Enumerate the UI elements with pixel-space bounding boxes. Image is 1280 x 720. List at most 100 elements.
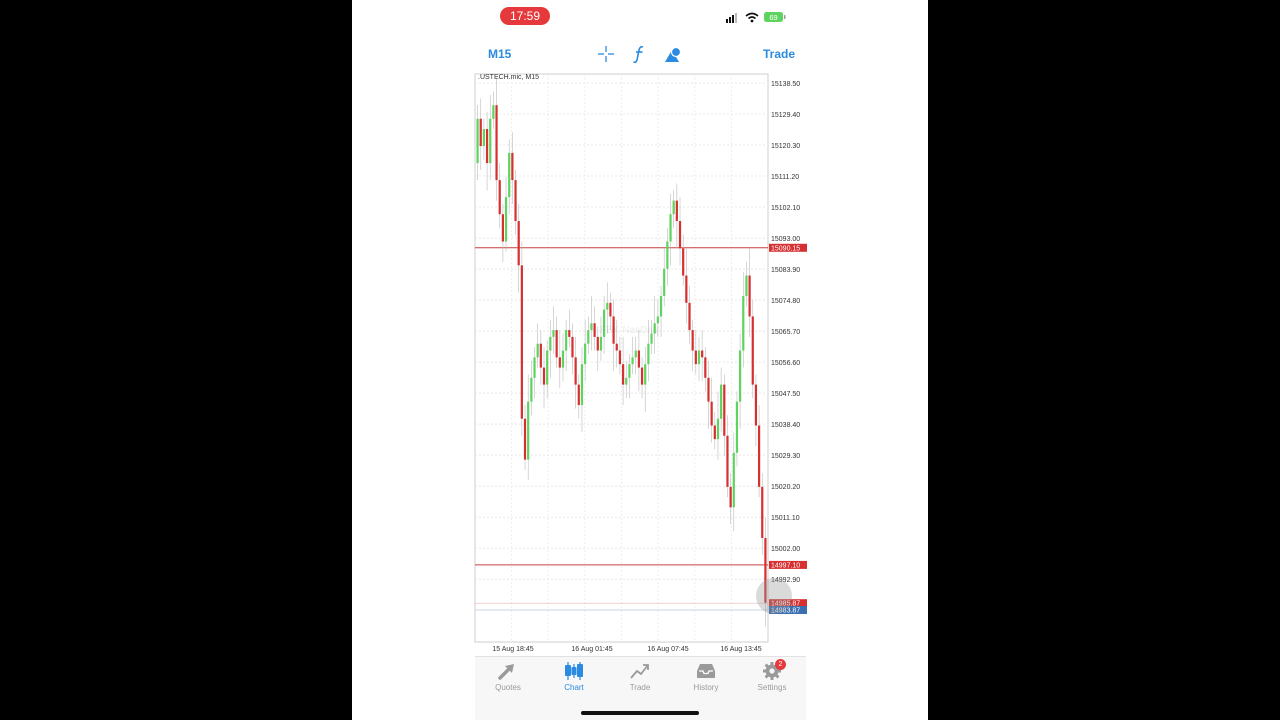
crosshair-icon[interactable]: [596, 44, 616, 64]
candle-body: [542, 367, 546, 385]
candle-body: [726, 435, 729, 487]
timeframe-button[interactable]: M15: [488, 46, 511, 62]
tab-trade[interactable]: Trade: [607, 657, 673, 707]
candle-body: [644, 364, 647, 385]
candle-body: [584, 343, 587, 365]
candle-body: [729, 486, 732, 508]
candle-body: [476, 118, 479, 164]
symbol-label: .USTECH.mic, M15: [478, 74, 540, 81]
price-label: 15102.10: [771, 205, 800, 212]
tab-quotes[interactable]: Quotes: [475, 657, 541, 707]
candle-body: [511, 152, 514, 181]
price-chart[interactable]: 15138.50 15129.40 15120.30 15111.20 15102.10…: [352, 72, 928, 656]
price-tag-label: 15090.15: [771, 245, 800, 252]
tab-chart[interactable]: Chart: [541, 657, 607, 707]
trade-trend-icon: [630, 664, 649, 679]
candle-body: [640, 367, 644, 385]
price-label: 15083.90: [771, 267, 800, 274]
tab-settings[interactable]: 2 Settings: [739, 657, 805, 707]
candle-body: [739, 350, 742, 402]
home-indicator: [581, 711, 699, 715]
candle-body: [596, 336, 599, 351]
candle-body: [688, 302, 691, 331]
candle-body: [587, 330, 590, 344]
candle-body: [710, 401, 713, 426]
candle-body: [701, 350, 704, 358]
candle-body: [492, 105, 495, 119]
signal-icon: [726, 13, 737, 23]
candlestick-icon: [565, 662, 583, 680]
candle-body: [495, 105, 498, 181]
price-label: 15056.60: [771, 360, 800, 367]
candle-body: [713, 425, 716, 440]
candle-body: [549, 336, 552, 351]
price-label: 15093.00: [771, 236, 800, 243]
candle-body: [571, 336, 574, 358]
candle-body: [527, 401, 530, 460]
candle-body: [656, 316, 659, 324]
indicator-icon[interactable]: [630, 44, 650, 64]
price-label: 15020.20: [771, 484, 800, 491]
candle-body: [530, 377, 533, 402]
candle-body: [735, 401, 739, 453]
status-time: 17:59: [500, 7, 550, 25]
candle-body: [748, 275, 751, 317]
candle-body: [675, 200, 678, 222]
candle-body: [697, 350, 701, 365]
svg-text:69: 69: [769, 13, 777, 22]
price-label: 15011.10: [771, 515, 800, 522]
candle-body: [704, 357, 707, 378]
candle-body: [672, 200, 675, 215]
candle-body: [628, 364, 631, 378]
candle-body: [558, 357, 561, 368]
candle-body: [691, 330, 694, 351]
price-label: 15120.30: [771, 143, 800, 150]
candle-body: [609, 302, 612, 317]
price-label: 15029.30: [771, 453, 800, 460]
candle-body: [498, 180, 501, 215]
candle-body: [533, 357, 536, 378]
candle-body: [536, 343, 539, 358]
price-label: 15038.40: [771, 422, 800, 429]
candle-body: [720, 384, 723, 419]
candle-body: [754, 384, 758, 426]
battery-icon: 69: [764, 12, 786, 22]
candle-body: [552, 330, 555, 337]
candle-body: [489, 118, 492, 164]
candle-body: [482, 129, 486, 147]
candle-body: [555, 330, 558, 358]
trade-button[interactable]: Trade: [763, 46, 795, 62]
candle-body: [590, 323, 593, 331]
candle-body: [485, 129, 489, 164]
candle-body: [745, 275, 748, 297]
candle-body: [625, 377, 628, 385]
tab-chart-label: Chart: [564, 683, 584, 692]
time-label: 16 Aug 13:45: [720, 646, 761, 653]
status-icons: 69: [724, 10, 788, 24]
candle-body: [663, 268, 666, 297]
candle-body: [501, 214, 504, 242]
objects-icon[interactable]: [663, 44, 683, 64]
chart-canvas[interactable]: 15138.50 15129.40 15120.30 15111.20 15102.10…: [352, 72, 928, 656]
candle-body: [523, 418, 527, 460]
price-tag-label: 14997.10: [771, 562, 800, 569]
candle-body: [751, 316, 754, 385]
candle-body: [615, 343, 618, 351]
tab-history[interactable]: History: [673, 657, 739, 707]
candle-body: [637, 350, 641, 368]
chart-watermark: FBK NasDaq: [600, 325, 659, 336]
candle-body: [593, 323, 596, 337]
tab-history-label: History: [693, 683, 719, 692]
candle-body: [682, 248, 685, 276]
price-label: 15129.40: [771, 112, 800, 119]
candle-body: [561, 350, 565, 368]
candle-body: [546, 350, 549, 385]
candle-body: [508, 152, 511, 198]
time-label: 16 Aug 01:45: [571, 646, 612, 653]
candle-body: [621, 364, 625, 385]
touch-indicator: [756, 578, 792, 614]
quotes-icon: [498, 664, 514, 680]
inbox-icon: [697, 664, 715, 678]
settings-badge: 2: [775, 659, 786, 670]
candle-body: [517, 221, 520, 266]
